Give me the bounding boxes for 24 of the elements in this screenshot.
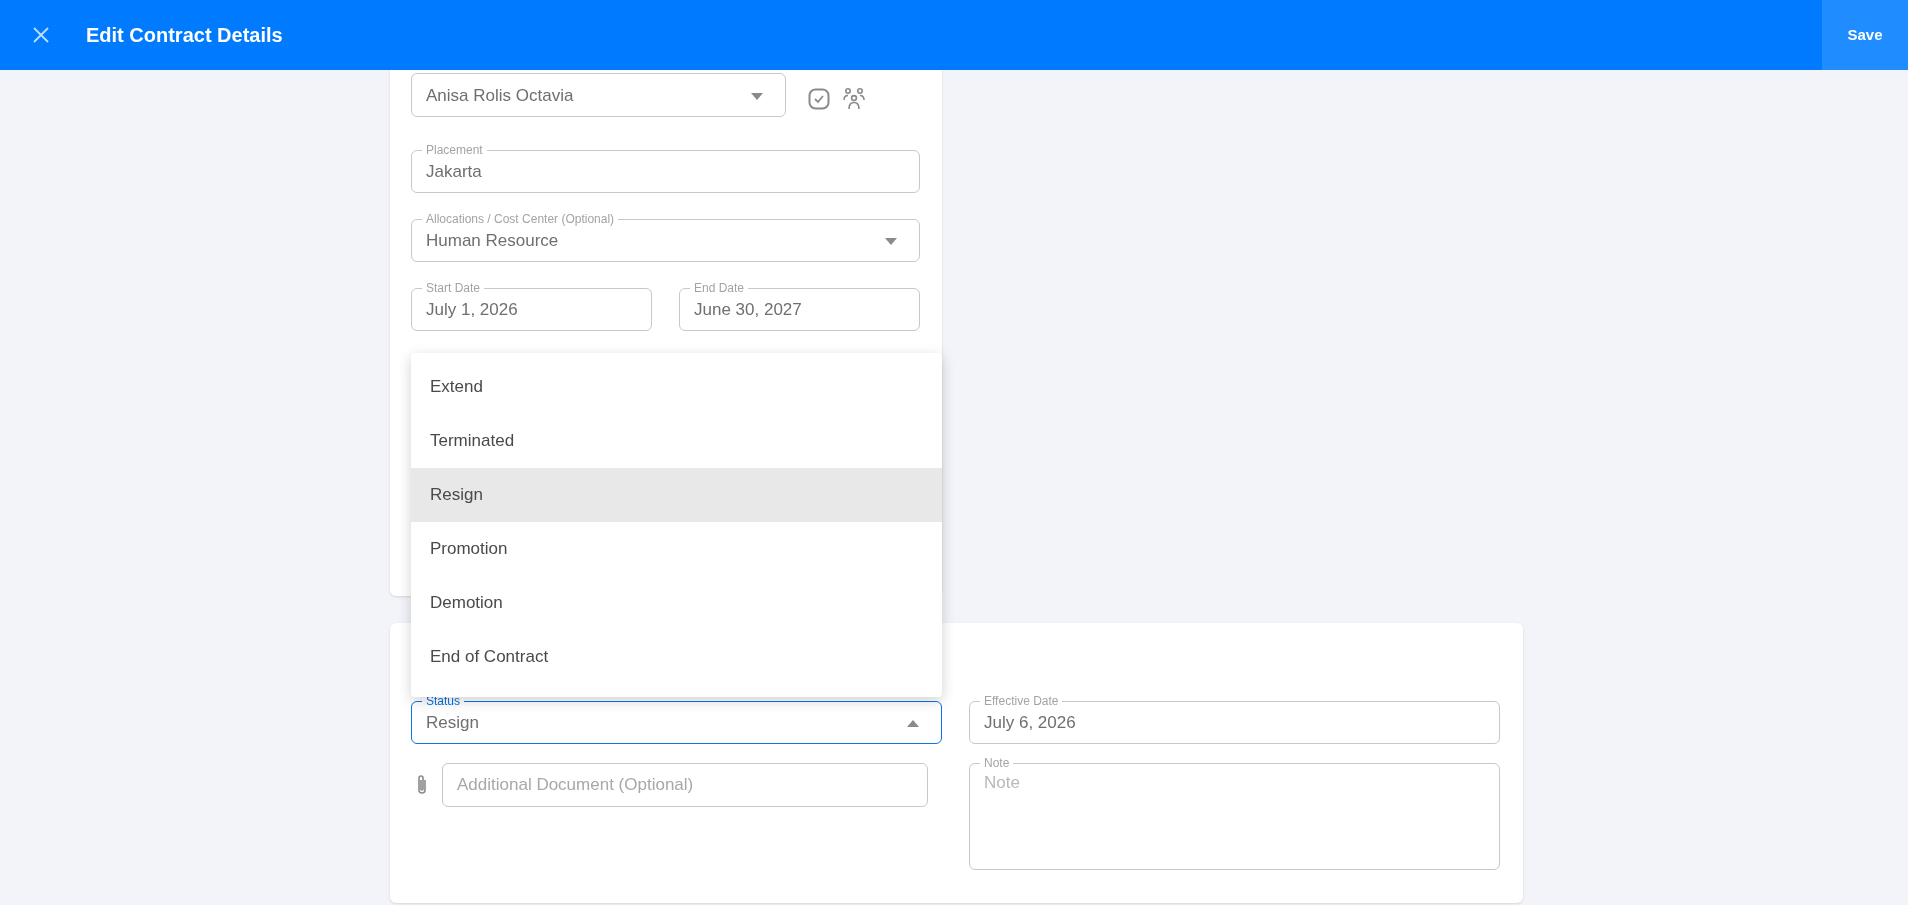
menu-item[interactable]: Resign [411, 468, 942, 522]
menu-item[interactable]: Extend [411, 360, 942, 414]
select-field[interactable]: Status Resign [411, 694, 942, 744]
date-field[interactable]: Effective Date July 6, 2026 [969, 694, 1500, 744]
checkbox-icon[interactable] [808, 87, 830, 110]
menu-item[interactable]: Demotion [411, 576, 942, 630]
caret-icon [907, 719, 919, 727]
note-input[interactable]: Note [984, 770, 1485, 869]
input-field[interactable]: Additional Document (Optional) [442, 763, 928, 807]
close-icon [33, 27, 49, 43]
date-field[interactable]: End Date June 30, 2027 [679, 281, 920, 331]
date-field[interactable]: Start Date July 1, 2026 [411, 281, 652, 331]
input-field[interactable]: Placement Jakarta [411, 143, 920, 193]
save-button[interactable]: Save [1822, 0, 1908, 70]
menu-item[interactable]: Terminated [411, 414, 942, 468]
select-field[interactable]: Anisa Rolis Octavia [411, 73, 786, 117]
menu-item[interactable]: End of Contract [411, 630, 942, 684]
caret-icon [751, 92, 763, 100]
select-field[interactable]: Allocations / Cost Center (Optional) Human Resource [411, 212, 920, 262]
caret-icon [885, 237, 897, 245]
page-title: Edit Contract Details [86, 23, 283, 48]
people-icon[interactable] [842, 86, 866, 111]
menu-item[interactable]: Promotion [411, 522, 942, 576]
paperclip-icon[interactable] [416, 774, 428, 796]
